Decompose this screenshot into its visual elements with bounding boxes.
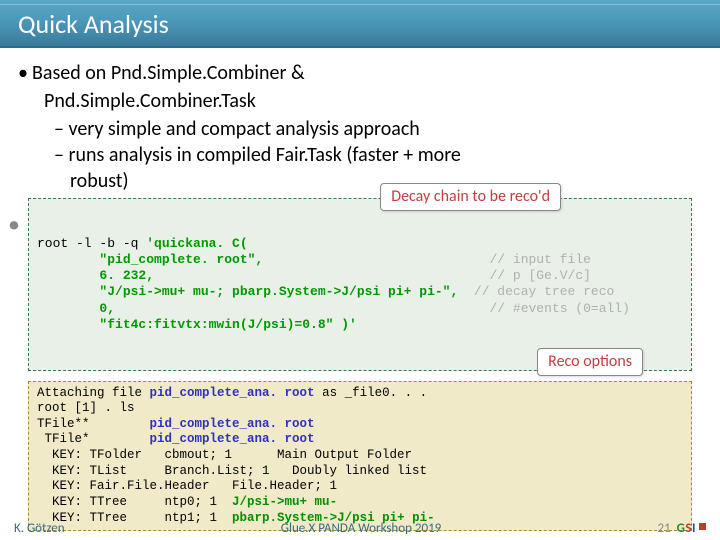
- footer-page: 21: [657, 521, 670, 536]
- code-output: Attaching file pid_complete_ana. root as…: [28, 381, 692, 532]
- bullet-sub-1: – very simple and compact analysis appro…: [54, 116, 702, 142]
- footer-author: K. Götzen: [14, 521, 65, 536]
- footer-venue: Glue.X PANDA Workshop 2019: [281, 521, 441, 536]
- gsi-logo: GSI: [677, 521, 696, 536]
- code-command: Decay chain to be reco'd root -l -b -q '…: [28, 198, 692, 371]
- callout-reco: Reco options: [537, 348, 643, 376]
- bullet-sub-2: – runs analysis in compiled Fair.Task (f…: [54, 142, 702, 168]
- title-bar: Quick Analysis: [0, 0, 720, 48]
- slide-title: Quick Analysis: [0, 0, 720, 48]
- footer: K. Götzen Glue.X PANDA Workshop 2019 21 …: [0, 521, 720, 536]
- callout-decay: Decay chain to be reco'd: [380, 183, 561, 211]
- bullet-main: •Based on Pnd.Simple.Combiner &: [18, 60, 702, 86]
- slide-body: •Based on Pnd.Simple.Combiner & Pnd.Simp…: [0, 48, 720, 531]
